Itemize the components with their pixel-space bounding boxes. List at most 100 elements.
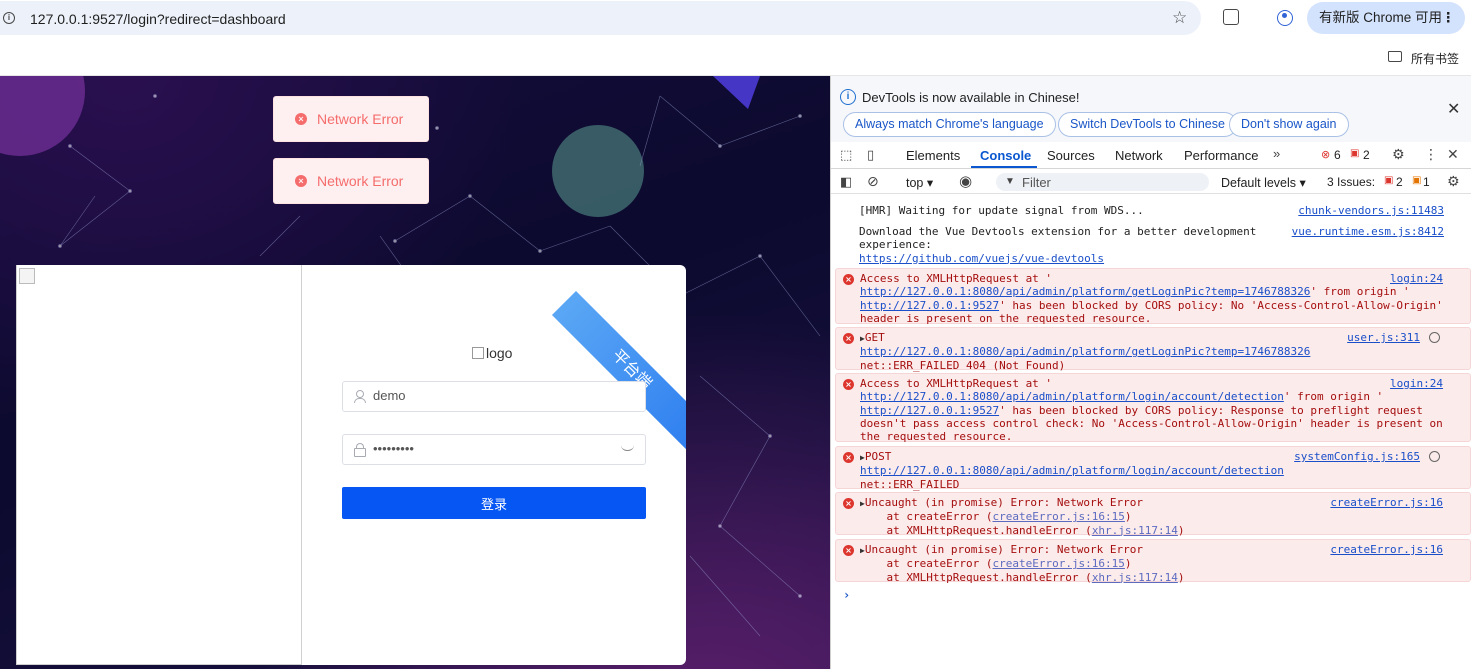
console-error: × ▶POST http://127.0.0.1:8080/api/admin/… bbox=[835, 446, 1471, 491]
console-message: [HMR] Waiting for update signal from WDS… bbox=[835, 201, 1471, 217]
extensions-icon[interactable] bbox=[1223, 9, 1239, 25]
error-count-icon[interactable]: ⊗ bbox=[1321, 148, 1330, 161]
message-line: ' has been blocked by CORS policy: No 'A… bbox=[999, 298, 1443, 312]
message-text: ▶GET http://127.0.0.1:8080/api/admin/pla… bbox=[860, 331, 1310, 372]
globe-icon bbox=[1429, 451, 1440, 462]
message-source-link[interactable]: createError.js:16 bbox=[1330, 543, 1443, 556]
sidebar-toggle-icon[interactable]: ◧ bbox=[840, 174, 852, 190]
message-line: ' has been blocked by CORS policy: Respo… bbox=[999, 403, 1423, 417]
http-method: GET bbox=[864, 331, 885, 344]
issue-warning-count[interactable]: 1 bbox=[1423, 175, 1430, 189]
error-icon: × bbox=[843, 498, 854, 509]
infobar-message: DevTools is now available in Chinese! bbox=[862, 90, 1080, 105]
all-bookmarks-button[interactable]: 所有书签 bbox=[1411, 50, 1459, 67]
globe-icon bbox=[1429, 332, 1440, 343]
clear-console-icon[interactable]: ⊘ bbox=[867, 173, 879, 190]
tab-network[interactable]: Network bbox=[1115, 148, 1163, 163]
tab-elements[interactable]: Elements bbox=[906, 148, 960, 163]
message-source-link[interactable]: chunk-vendors.js:11483 bbox=[1298, 204, 1444, 217]
username-input[interactable] bbox=[373, 388, 613, 403]
chrome-update-label: 有新版 Chrome 可用 bbox=[1319, 10, 1443, 25]
console-prompt[interactable]: › bbox=[843, 588, 850, 602]
console-error: × ▶Uncaught (in promise) Error: Network … bbox=[835, 492, 1471, 537]
message-link[interactable]: https://github.com/vuejs/vue-devtools bbox=[859, 252, 1104, 265]
profile-icon[interactable] bbox=[1277, 10, 1293, 26]
message-source-link[interactable]: systemConfig.js:165 bbox=[1294, 450, 1420, 463]
message-link[interactable]: http://127.0.0.1:8080/api/admin/platform… bbox=[860, 464, 1284, 477]
log-levels-label: Default levels bbox=[1221, 176, 1297, 190]
message-source-link[interactable]: createError.js:16 bbox=[1330, 496, 1443, 509]
context-selector[interactable]: top ▾ bbox=[906, 175, 933, 190]
error-toast: × Network Error bbox=[273, 158, 429, 204]
issue-error-count[interactable]: 2 bbox=[1396, 175, 1403, 189]
login-button[interactable]: 登录 bbox=[342, 487, 646, 519]
message-line: Access to XMLHttpRequest at ' bbox=[860, 272, 1053, 285]
message-link[interactable]: http://127.0.0.1:9527 bbox=[860, 299, 999, 312]
device-toolbar-icon[interactable]: ▯ bbox=[867, 147, 874, 163]
message-source-link[interactable]: login:24 bbox=[1390, 377, 1443, 390]
stack-link[interactable]: xhr.js:117:14 bbox=[1092, 524, 1178, 537]
active-tab-indicator bbox=[971, 166, 1037, 168]
browser-toolbar: i 127.0.0.1:9527/login?redirect=dashboar… bbox=[0, 0, 1471, 36]
login-banner-image bbox=[16, 265, 302, 665]
address-bar[interactable]: i 127.0.0.1:9527/login?redirect=dashboar… bbox=[0, 1, 1201, 35]
message-link[interactable]: http://127.0.0.1:8080/api/admin/platform… bbox=[860, 345, 1310, 358]
dont-show-again-button[interactable]: Don't show again bbox=[1229, 112, 1349, 137]
tab-sources[interactable]: Sources bbox=[1047, 148, 1095, 163]
stack-link[interactable]: xhr.js:117:14 bbox=[1092, 571, 1178, 584]
close-icon[interactable]: ✕ bbox=[1447, 99, 1460, 119]
error-title: Uncaught (in promise) Error: Network Err… bbox=[864, 496, 1143, 509]
hide-password-icon[interactable] bbox=[620, 444, 636, 454]
switch-to-chinese-button[interactable]: Switch DevTools to Chinese bbox=[1058, 112, 1237, 137]
username-field[interactable] bbox=[342, 381, 646, 412]
message-line: header is present on the requested resou… bbox=[860, 311, 1152, 325]
password-field[interactable] bbox=[342, 434, 646, 465]
toast-message: Network Error bbox=[317, 111, 404, 127]
more-options-icon[interactable]: ⋮ bbox=[1424, 146, 1438, 163]
site-info-icon[interactable]: i bbox=[3, 12, 15, 24]
stack-link[interactable]: createError.js:16:15 bbox=[992, 510, 1124, 523]
platform-ribbon: 平台端 bbox=[551, 291, 686, 450]
message-link[interactable]: http://127.0.0.1:9527 bbox=[860, 404, 999, 417]
more-tabs-icon[interactable]: » bbox=[1273, 146, 1280, 161]
warning-count-icon[interactable]: ▣ bbox=[1350, 148, 1359, 159]
filter-icon: ▼ bbox=[1005, 176, 1015, 187]
bookmark-star-icon[interactable]: ☆ bbox=[1172, 8, 1187, 28]
message-source-link[interactable]: user.js:311 bbox=[1347, 331, 1420, 344]
password-input[interactable] bbox=[373, 441, 613, 456]
message-line: ' from origin ' bbox=[1310, 285, 1410, 299]
message-text: ▶Uncaught (in promise) Error: Network Er… bbox=[860, 496, 1185, 537]
tab-performance[interactable]: Performance bbox=[1184, 148, 1258, 163]
console-message: Download the Vue Devtools extension for … bbox=[835, 222, 1471, 266]
login-card: 平台端 logo 登录 bbox=[16, 265, 686, 665]
message-text: [HMR] Waiting for update signal from WDS… bbox=[859, 204, 1144, 217]
info-icon: i bbox=[840, 89, 856, 105]
stack-link[interactable]: createError.js:16:15 bbox=[992, 557, 1124, 570]
message-source-link[interactable]: vue.runtime.esm.js:8412 bbox=[1292, 225, 1444, 238]
tab-console[interactable]: Console bbox=[980, 148, 1031, 163]
console-settings-icon[interactable]: ⚙ bbox=[1447, 173, 1460, 190]
message-text: Access to XMLHttpRequest at ' http://127… bbox=[860, 377, 1443, 443]
filter-input[interactable]: ▼ Filter bbox=[996, 173, 1209, 191]
chrome-update-button[interactable]: 有新版 Chrome 可用 ⋮ bbox=[1307, 2, 1465, 34]
match-language-button[interactable]: Always match Chrome's language bbox=[843, 112, 1056, 137]
message-link[interactable]: http://127.0.0.1:8080/api/admin/platform… bbox=[860, 285, 1310, 298]
message-line: the requested resource. bbox=[860, 430, 1013, 444]
error-toast: × Network Error bbox=[273, 96, 429, 142]
warning-count[interactable]: 2 bbox=[1363, 148, 1370, 162]
live-expression-eye-icon[interactable]: ◉ bbox=[959, 172, 972, 190]
close-devtools-icon[interactable]: ✕ bbox=[1447, 146, 1459, 163]
message-text: ▶POST http://127.0.0.1:8080/api/admin/pl… bbox=[860, 450, 1284, 491]
console-toolbar: ◧ ⊘ top ▾ ◉ ▼ Filter Default levels ▾ 3 … bbox=[831, 170, 1471, 194]
settings-gear-icon[interactable]: ⚙ bbox=[1392, 146, 1405, 163]
message-source-link[interactable]: login:24 bbox=[1390, 272, 1443, 285]
message-link[interactable]: http://127.0.0.1:8080/api/admin/platform… bbox=[860, 390, 1284, 403]
url-text[interactable]: 127.0.0.1:9527/login?redirect=dashboard bbox=[30, 11, 286, 27]
log-levels-dropdown[interactable]: Default levels ▾ bbox=[1221, 175, 1306, 190]
stack-frame: at createError ( bbox=[886, 510, 993, 524]
logo-alt-text: logo bbox=[486, 345, 513, 361]
error-count[interactable]: 6 bbox=[1334, 148, 1341, 162]
http-method: POST bbox=[864, 450, 892, 463]
inspect-element-icon[interactable]: ⬚ bbox=[840, 147, 852, 163]
issues-label[interactable]: 3 Issues: bbox=[1327, 175, 1375, 189]
